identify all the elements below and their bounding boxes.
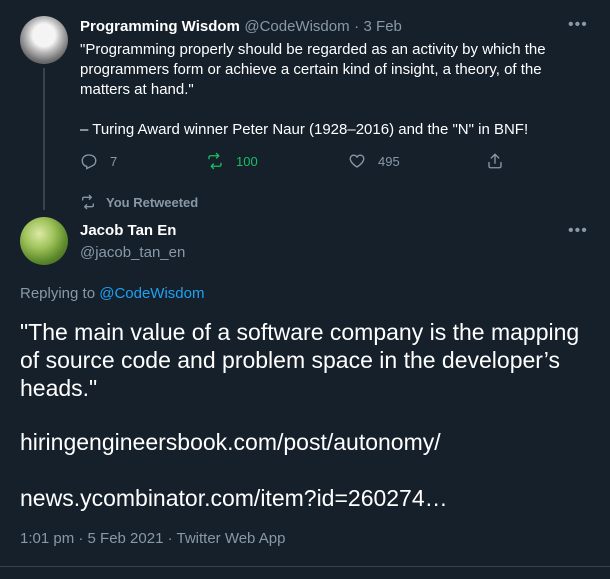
reply-author-avatar[interactable] (20, 217, 68, 265)
more-icon[interactable]: ••• (568, 16, 588, 34)
replying-to: Replying to @CodeWisdom (20, 285, 204, 302)
reply-tweet-text: "The main value of a software company is… (20, 319, 580, 401)
reply-author-handle[interactable]: @jacob_tan_en (80, 244, 185, 261)
share-icon (488, 153, 502, 169)
link-hiringengineersbook[interactable]: hiringengineersbook.com/post/autonomy/ (20, 428, 441, 456)
retweet-icon (208, 152, 222, 170)
parent-tweet-quote: "Programming properly should be regarded… (80, 41, 546, 98)
like-action[interactable]: 495 (348, 152, 400, 170)
share-action[interactable] (486, 152, 504, 170)
reply-action[interactable]: 7 (80, 152, 117, 170)
thread-connector-line (43, 68, 45, 210)
retweet-count: 100 (236, 153, 258, 169)
reply-icon (81, 154, 97, 170)
retweet-context-label: You Retweeted (106, 194, 199, 210)
reply-author-name[interactable]: Jacob Tan En (80, 222, 176, 239)
parent-tweet-attribution: – Turing Award winner Peter Naur (1928–2… (80, 121, 529, 138)
bottom-divider (0, 566, 610, 567)
parent-author-handle[interactable]: @CodeWisdom (244, 18, 349, 35)
header-separator: · (354, 18, 360, 35)
replying-to-handle[interactable]: @CodeWisdom (99, 285, 204, 302)
link-hackernews[interactable]: news.ycombinator.com/item?id=260274… (20, 484, 448, 512)
like-icon (349, 154, 365, 168)
reply-count: 7 (110, 153, 118, 169)
like-count: 495 (378, 153, 400, 169)
parent-tweet-header: Programming Wisdom @CodeWisdom · 3 Feb (80, 18, 402, 36)
parent-author-name[interactable]: Programming Wisdom (80, 18, 240, 35)
retweet-context-icon (82, 194, 94, 210)
parent-tweet-date[interactable]: 3 Feb (364, 18, 402, 35)
reply-more-icon[interactable]: ••• (568, 222, 588, 240)
parent-author-avatar[interactable] (20, 16, 68, 64)
replying-to-prefix: Replying to (20, 285, 96, 302)
retweet-context: You Retweeted (80, 194, 198, 210)
retweet-action[interactable]: 100 (206, 152, 258, 170)
reply-timestamp[interactable]: 1:01 pm · 5 Feb 2021 · Twitter Web App (20, 530, 285, 547)
